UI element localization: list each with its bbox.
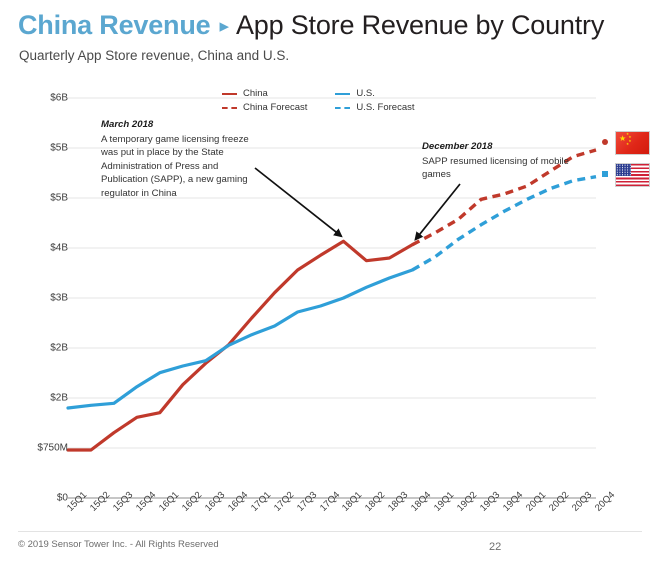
page-number: 22 <box>489 541 502 553</box>
annotation-march-2018: March 2018 A temporary game licensing fr… <box>101 118 261 201</box>
x-axis-tick-label: 20Q2 <box>547 489 572 514</box>
x-axis-tick-label: 18Q1 <box>340 489 365 514</box>
x-axis-tick-label: 18Q2 <box>363 489 388 514</box>
x-axis-tick-label: 15Q4 <box>133 489 159 514</box>
x-axis-tick-label: 16Q1 <box>156 489 182 514</box>
x-axis-tick-label: 17Q2 <box>271 489 296 514</box>
x-axis-tick-label: 16Q4 <box>225 489 250 514</box>
x-axis-tick-label: 17Q1 <box>248 489 273 514</box>
x-axis-tick-label: 20Q4 <box>593 489 618 514</box>
annotation-march-2018-body: A temporary game licensing freeze was pu… <box>101 133 249 200</box>
x-axis-tick-label: 15Q3 <box>110 489 136 514</box>
x-axis-tick-label: 19Q1 <box>432 489 457 514</box>
us-flag-canton <box>616 164 631 176</box>
china-flag-icon: ★ ★ ★ ★ ★ <box>615 131 650 155</box>
x-axis-tick-label: 16Q2 <box>179 489 204 514</box>
x-axis-tick-label: 17Q3 <box>294 489 319 514</box>
china-series-marker-icon <box>602 139 608 145</box>
annotation-december-2018-body: SAPP resumed licensing of mobile games <box>422 155 570 181</box>
x-axis-tick-label: 17Q4 <box>317 489 342 514</box>
annotation-december-2018-title: December 2018 <box>422 141 493 152</box>
x-axis-tick-label: 19Q3 <box>478 489 503 514</box>
x-axis-tick-label: 20Q1 <box>524 489 549 514</box>
x-axis-labels: 15Q1 15Q2 15Q3 15Q4 16Q1 16Q2 16Q3 16Q4 17Q1 17Q2… <box>0 0 660 562</box>
footer-copyright: © 2019 Sensor Tower Inc. - All Rights Re… <box>18 539 219 550</box>
x-axis-tick-label: 18Q4 <box>409 489 434 514</box>
china-flag-star-4-icon: ★ <box>626 142 630 146</box>
annotation-march-2018-title: March 2018 <box>101 119 154 130</box>
x-axis-tick-label: 19Q2 <box>455 489 480 514</box>
x-axis-tick-label: 20Q3 <box>570 489 595 514</box>
x-axis-tick-label: 15Q2 <box>87 489 113 514</box>
x-axis-tick-label: 16Q3 <box>202 489 227 514</box>
annotation-december-2018: December 2018 SAPP resumed licensing of … <box>422 140 572 182</box>
footer-divider <box>18 531 642 532</box>
x-axis-tick-label: 15Q1 <box>65 489 90 514</box>
us-series-marker-icon <box>602 171 608 177</box>
x-axis-tick-label: 19Q4 <box>501 489 526 514</box>
x-axis-tick-label: 18Q3 <box>386 489 411 514</box>
slide-canvas: China Revenue ▸ App Store Revenue by Cou… <box>0 0 660 562</box>
us-flag-icon <box>615 163 650 187</box>
